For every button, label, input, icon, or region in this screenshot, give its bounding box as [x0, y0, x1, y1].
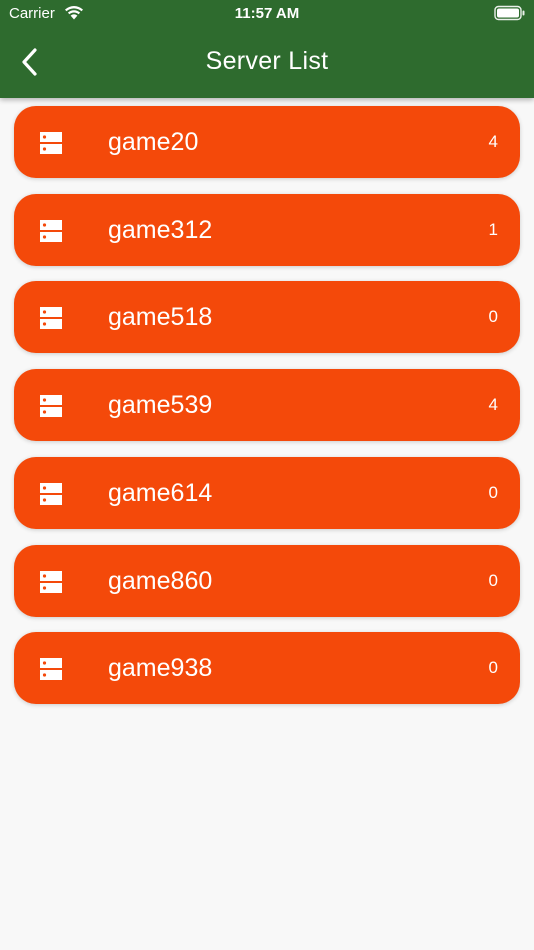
server-player-count: 4 [488, 395, 498, 414]
server-icon [40, 132, 62, 154]
server-name: game518 [108, 303, 213, 331]
server-player-count: 4 [488, 132, 498, 151]
server-player-count: 0 [488, 571, 498, 590]
server-item[interactable]: game518 0 [14, 281, 520, 353]
server-player-count: 0 [488, 483, 498, 502]
status-bar: Carrier 11:57 AM [0, 0, 534, 28]
server-icon [40, 307, 62, 329]
server-item[interactable]: game860 0 [14, 545, 520, 617]
server-name: game614 [108, 479, 213, 507]
header: Carrier 11:57 AM Server List [0, 0, 534, 98]
server-icon [40, 483, 62, 505]
server-name: game860 [108, 567, 213, 595]
app-bar: Server List [0, 28, 534, 98]
server-item[interactable]: game614 0 [14, 457, 520, 529]
server-item[interactable]: game20 4 [14, 106, 520, 178]
server-player-count: 1 [488, 220, 498, 239]
server-name: game539 [108, 391, 213, 419]
server-item[interactable]: game312 1 [14, 194, 520, 266]
server-icon [40, 571, 62, 593]
screen: Carrier 11:57 AM Server List game20 4 game… [0, 0, 534, 950]
server-item[interactable]: game539 4 [14, 369, 520, 441]
page-title: Server List [205, 47, 329, 75]
server-item[interactable]: game938 0 [14, 632, 520, 704]
server-player-count: 0 [488, 658, 498, 677]
server-icon [40, 658, 62, 680]
server-name: game312 [108, 216, 213, 244]
server-player-count: 0 [488, 307, 498, 326]
server-name: game938 [108, 654, 213, 682]
battery-icon [494, 5, 525, 21]
server-icon [40, 395, 62, 417]
server-icon [40, 220, 62, 242]
status-time: 11:57 AM [234, 5, 300, 22]
server-name: game20 [108, 128, 199, 156]
